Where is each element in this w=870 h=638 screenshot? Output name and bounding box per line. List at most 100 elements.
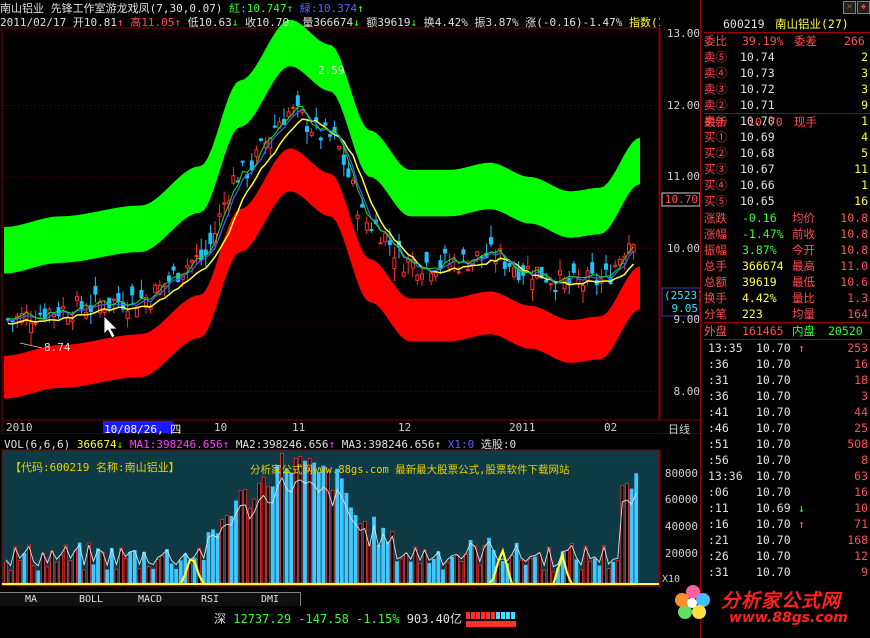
- chart-title-bar: 南山铝业 先锋工作室游龙戏凤(7,30,0.07) 紅:10.747↑ 緑:10…: [0, 0, 700, 14]
- info-amount: 额39619: [366, 16, 411, 28]
- tab-ma[interactable]: MA: [0, 592, 63, 606]
- logo-url: www.88gs.com: [729, 610, 848, 626]
- stat-label: 今开: [792, 243, 815, 257]
- site-logo: 分析家公式网 www.88gs.com: [675, 582, 869, 638]
- tick-time: :56: [708, 453, 729, 467]
- up-arrow-icon: ↑: [434, 438, 442, 451]
- status-mini-bars: [466, 612, 516, 627]
- buy-level-row: 买② 10.68 5: [704, 145, 870, 161]
- stat-value: 11.0: [840, 259, 868, 273]
- vol-ma2: MA2:398246.656: [235, 438, 329, 451]
- stat-row: 涨跌 -0.16 均价 10.8: [704, 210, 870, 226]
- outer-label: 外盘: [704, 324, 727, 338]
- sell-level-price: 10.72: [740, 82, 775, 96]
- diff-label: 委差: [794, 34, 817, 48]
- stat-label: 总手: [704, 259, 727, 273]
- stat-value: 223: [742, 307, 763, 321]
- sell-level-row: 卖③ 10.72 3: [704, 81, 870, 97]
- buy-level-row: 买① 10.69 4: [704, 129, 870, 145]
- tick-row: :31 10.70 9: [704, 564, 870, 580]
- info-date: 2011/02/17: [0, 16, 67, 28]
- volume-axis-label: 40000: [664, 520, 698, 533]
- sell-level-row: 卖⑤ 10.74 2: [704, 49, 870, 65]
- market-pct: -1.15%: [356, 612, 400, 626]
- tick-time: :41: [708, 405, 729, 419]
- ohlc-info-bar: 2011/02/17 开10.81↑ 高11.05↑ 低10.63↓ 收10.7…: [0, 14, 660, 28]
- buy-level-row: 买⑤ 10.65 16: [704, 193, 870, 209]
- tick-volume: 18: [854, 373, 868, 387]
- sell-level-volume: 3: [861, 82, 868, 96]
- tick-time: :06: [708, 485, 729, 499]
- latest-price: 10.70: [748, 115, 783, 129]
- tick-volume: 8: [861, 453, 868, 467]
- price-axis-label: 13.00: [666, 27, 700, 40]
- tick-price: 10.70: [756, 357, 791, 371]
- logo-text: 分析家公式网: [721, 590, 842, 612]
- tab-boll[interactable]: BOLL: [62, 592, 121, 606]
- down-arrow-icon: ↓: [798, 501, 805, 515]
- up-arrow-icon: ↑: [328, 438, 336, 451]
- tick-row: :36 10.70 3: [704, 388, 870, 404]
- tick-volume: 63: [854, 469, 868, 483]
- buy-level-label: 买④: [704, 178, 727, 192]
- tab-macd[interactable]: MACD: [120, 592, 181, 606]
- order-ratio-row: 委比 39.19% 委差 266: [704, 32, 870, 49]
- tick-row: :46 10.70 25: [704, 420, 870, 436]
- tick-volume: 508: [847, 437, 868, 451]
- period-label[interactable]: 日线: [668, 421, 690, 437]
- tick-time: :51: [708, 437, 729, 451]
- buy-level-label: 买⑤: [704, 194, 727, 208]
- latest-label: 最新: [704, 115, 727, 129]
- up-arrow-icon: ↑: [222, 438, 230, 451]
- inner-label: 内盘: [792, 324, 815, 338]
- tick-volume: 9: [861, 565, 868, 579]
- watermark-code: 【代码:600219 名称:南山铝业】: [10, 461, 180, 474]
- market-status-bar: 深 12737.29 -147.58 -1.15% 903.40亿: [214, 610, 462, 627]
- sell-level-label: 卖②: [704, 98, 727, 112]
- panel-close-icon[interactable]: ✕: [843, 1, 856, 14]
- price-axis-label: 11.00: [666, 170, 700, 183]
- vol-ma3: MA3:398246.656: [341, 438, 435, 451]
- sell-level-row: 卖④ 10.73 3: [704, 65, 870, 81]
- stat-value: 10.6: [840, 275, 868, 289]
- sell-level-volume: 9: [861, 98, 868, 112]
- panel-menu-icon[interactable]: ◆: [857, 1, 870, 14]
- latest-row: 最新 10.70 现手: [704, 113, 870, 130]
- vol-label: VOL(6,6,6): [4, 438, 71, 451]
- ratio-value: 39.19%: [742, 34, 784, 48]
- up-arrow-icon: ↑: [286, 2, 294, 14]
- buy-level-row: 买④ 10.66 1: [704, 177, 870, 193]
- hand-label: 现手: [794, 115, 817, 129]
- buy-level-label: 买②: [704, 146, 727, 160]
- tick-price: 10.70: [756, 469, 791, 483]
- watermark-slogan: 分析家公式网www.88gs.com 最新最大股票公式,股票软件下载网站: [250, 464, 570, 476]
- tick-volume: 44: [854, 405, 868, 419]
- sell-level-volume: 3: [861, 66, 868, 80]
- buy-level-label: 买③: [704, 162, 727, 176]
- tick-price: 10.70: [756, 549, 791, 563]
- tick-volume: 253: [847, 341, 868, 355]
- chart-canvas[interactable]: [0, 0, 700, 638]
- date-axis-label: 12: [398, 421, 412, 434]
- tab-dmi[interactable]: DMI: [240, 592, 301, 606]
- up-arrow-icon: ↑: [798, 341, 805, 355]
- market-index-value: 12737.29: [233, 612, 292, 626]
- buy-level-volume: 5: [861, 146, 868, 160]
- tab-rsi[interactable]: RSI: [180, 592, 241, 606]
- down-arrow-icon: ↓: [410, 16, 418, 28]
- flower-logo-icon: [675, 585, 710, 619]
- price-axis-label: 8.00: [673, 385, 701, 398]
- tick-price: 10.70: [756, 517, 791, 531]
- stat-value: 366674: [742, 259, 784, 273]
- tick-time: :11: [708, 501, 729, 515]
- buy-level-label: 买①: [704, 130, 727, 144]
- stat-label: 分笔: [704, 307, 727, 321]
- mouse-pointer-icon: [103, 315, 118, 339]
- stat-value: 10.8: [840, 243, 868, 257]
- stat-label: 前收: [792, 227, 815, 241]
- tick-row: :26 10.70 12: [704, 548, 870, 564]
- info-open: 开10.81: [72, 16, 117, 28]
- tick-row: :31 10.70 18: [704, 372, 870, 388]
- market-amount: 903.40亿: [406, 612, 463, 626]
- stat-row: 总额 39619 最低 10.6: [704, 274, 870, 290]
